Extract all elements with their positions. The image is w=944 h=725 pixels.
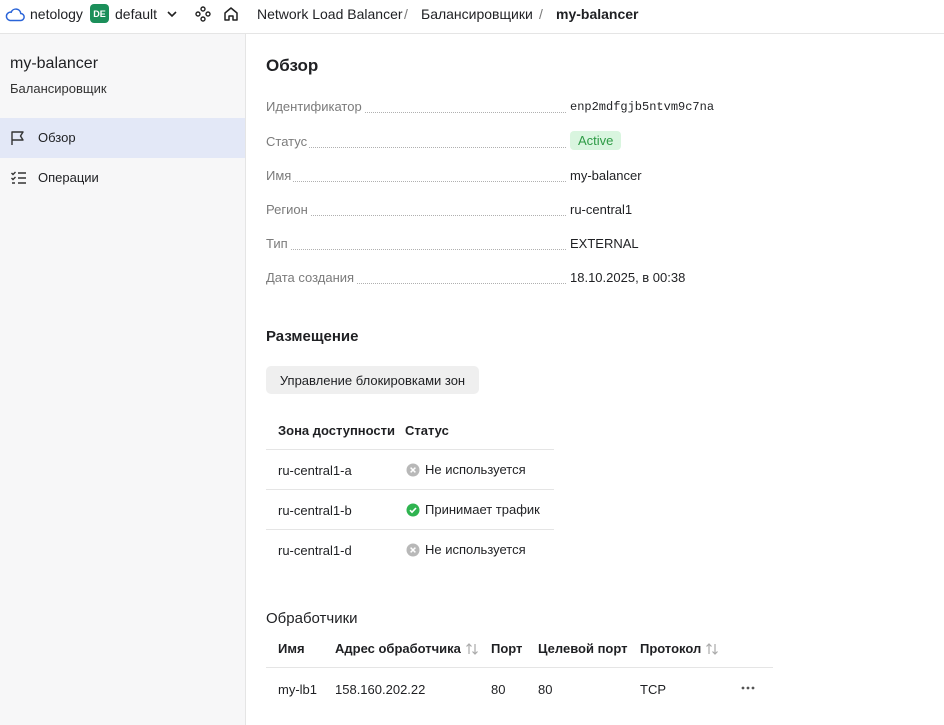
column-header: Зона доступности (278, 423, 396, 438)
breadcrumb-separator: / (404, 6, 408, 22)
more-actions-icon[interactable] (740, 682, 756, 694)
resource-type: Балансировщик (10, 81, 107, 96)
prop-status: Статус Active (266, 131, 756, 154)
flag-icon (11, 131, 24, 145)
operations-list-icon (11, 171, 26, 184)
table-row: ru-central1-d Не используется (278, 542, 526, 558)
prop-id-value[interactable]: enp2mdfgjb5ntvm9c7na (570, 100, 714, 114)
check-circle-icon (406, 503, 420, 516)
sidebar-item-label: Обзор (38, 130, 76, 145)
table-row: ru-central1-b Принимает трафик (266, 490, 554, 530)
breadcrumb-balancers[interactable]: Балансировщики (421, 6, 533, 22)
column-header: Целевой порт (538, 641, 628, 656)
column-header: Статус (405, 423, 449, 438)
breadcrumb-separator: / (539, 6, 543, 22)
prop-id: Идентификатор enp2mdfgjb5ntvm9c7na (266, 99, 715, 114)
page-title: Обзор (266, 56, 319, 75)
prop-created: Дата создания 18.10.2025, в 00:38 (266, 270, 686, 285)
column-header: Имя (278, 641, 305, 656)
sidebar-item-operations[interactable]: Операции (0, 158, 245, 198)
chevron-down-icon[interactable] (165, 7, 179, 21)
sort-icon[interactable] (705, 642, 719, 655)
prop-region: Регион ru-central1 (266, 202, 633, 217)
zone-locks-button[interactable]: Управление блокировками зон (266, 366, 479, 394)
not-used-icon (406, 463, 420, 476)
breadcrumb-current: my-balancer (556, 6, 639, 22)
cloud-icon[interactable] (5, 7, 25, 23)
top-bar: netology DE default Network Load Balance… (0, 0, 944, 34)
status-badge: Active (570, 131, 622, 150)
not-used-icon (406, 543, 420, 556)
column-header: Порт (491, 641, 523, 656)
sidebar-item-label: Операции (38, 170, 99, 185)
table-header: Зона доступности Статус (266, 410, 554, 450)
table-header: Имя Адрес обработчика Порт Целевой порт … (266, 627, 773, 668)
section-title-listeners: Обработчики (266, 610, 358, 627)
listeners-table: Имя Адрес обработчика Порт Целевой порт … (266, 627, 773, 708)
folder-badge[interactable]: DE (90, 4, 109, 23)
section-title-placement: Размещение (266, 328, 359, 345)
org-name[interactable]: netology (30, 6, 83, 22)
breadcrumb-service[interactable]: Network Load Balancer (257, 6, 403, 22)
prop-name: Имя my-balancer (266, 168, 642, 183)
folder-name[interactable]: default (115, 6, 157, 22)
table-row: ru-central1-a Не используется (266, 450, 554, 490)
home-icon[interactable] (222, 5, 240, 23)
column-header-protocol[interactable]: Протокол (640, 641, 719, 656)
sort-icon[interactable] (465, 642, 479, 655)
main-content: Обзор Идентификатор enp2mdfgjb5ntvm9c7na… (246, 34, 944, 725)
column-header-address[interactable]: Адрес обработчика (335, 641, 479, 656)
sidebar-item-overview[interactable]: Обзор (0, 118, 245, 158)
table-row: my-lb1 158.160.202.22 80 80 TCP (266, 668, 773, 708)
prop-type: Тип EXTERNAL (266, 236, 639, 251)
sidebar: my-balancer Балансировщик Обзор Операции (0, 34, 246, 725)
services-icon[interactable] (194, 5, 212, 23)
resource-title: my-balancer (10, 55, 99, 72)
zones-table: Зона доступности Статус ru-central1-a Не… (266, 410, 554, 570)
